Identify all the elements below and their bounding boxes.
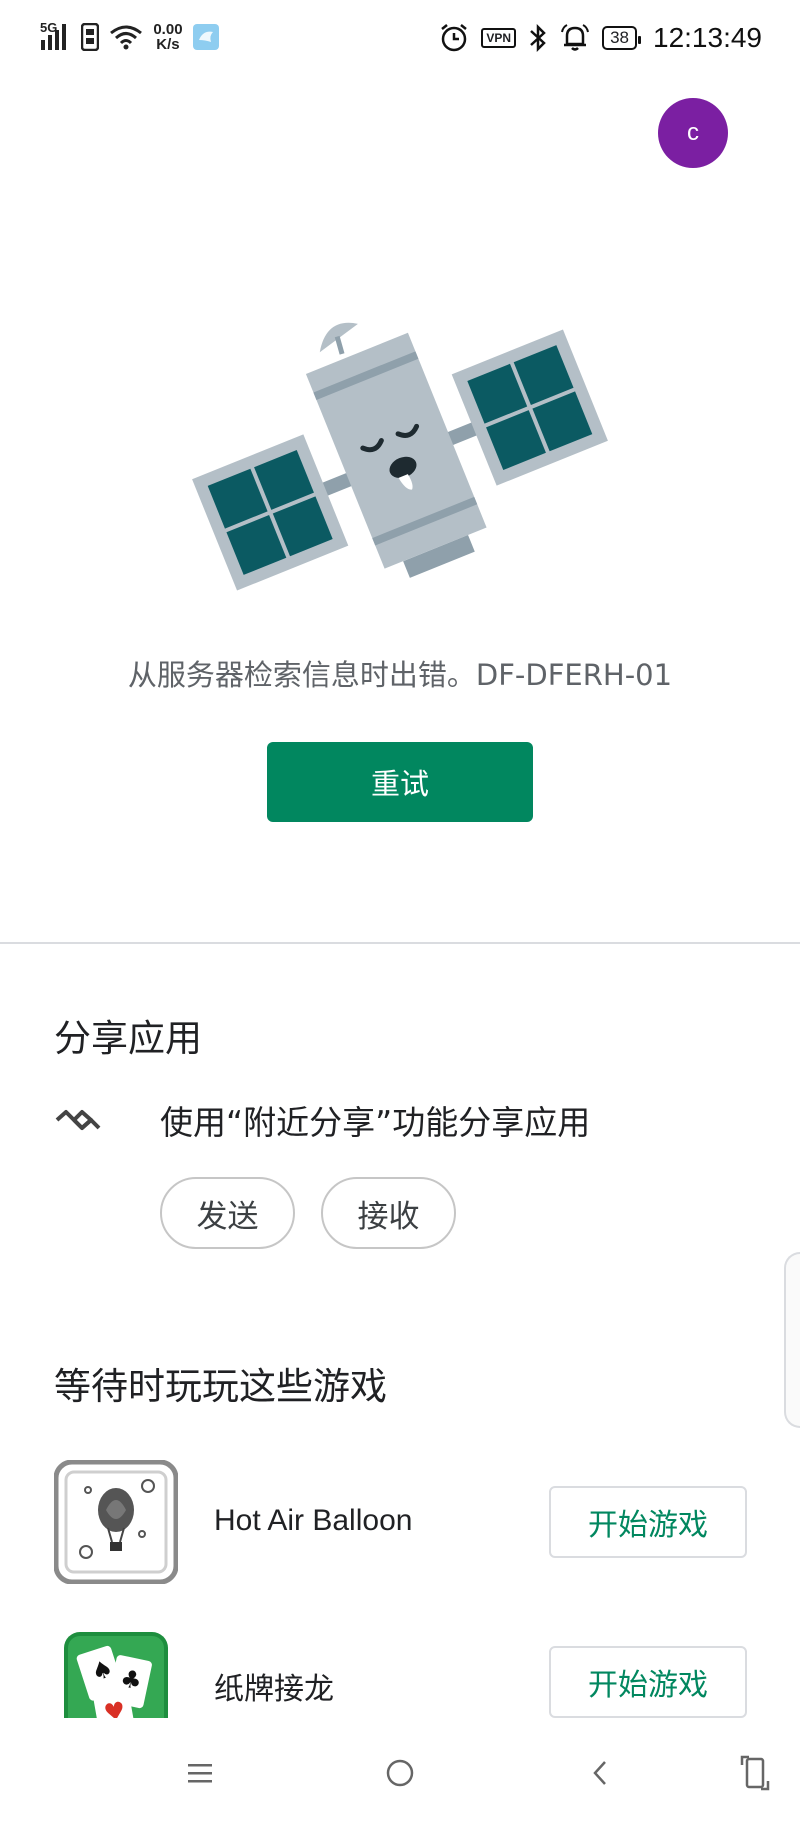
- bluetooth-icon: [530, 23, 546, 53]
- receive-chip-button[interactable]: 接收: [321, 1177, 456, 1249]
- nearby-share-text: 使用“附近分享”功能分享应用: [160, 1103, 591, 1142]
- sim-icon: [81, 23, 100, 51]
- status-bar: 5G 0.00 K/s VPN 38 12:13:49: [0, 0, 800, 82]
- sleeping-satellite-illustration: [192, 322, 608, 591]
- play-button[interactable]: 开始游戏: [549, 1646, 747, 1718]
- game-name: 纸牌接龙: [214, 1673, 334, 1706]
- status-left: 5G 0.00 K/s: [40, 19, 219, 52]
- network-type: 5G: [40, 19, 58, 35]
- account-avatar[interactable]: c: [658, 98, 728, 168]
- retry-button[interactable]: 重试: [267, 742, 533, 822]
- vpn-icon: VPN: [481, 28, 517, 48]
- net-speed-unit: K/s: [156, 36, 180, 53]
- net-speed: 0.00 K/s: [153, 22, 182, 52]
- game-row-hot-air-balloon[interactable]: Hot Air Balloon 开始游戏: [54, 1460, 754, 1584]
- menu-icon: [188, 1764, 212, 1783]
- send-chip-button[interactable]: 发送: [160, 1177, 295, 1249]
- alarm-icon: [441, 24, 468, 52]
- status-right: VPN 38 12:13:49: [439, 22, 762, 54]
- games-section-title: 等待时玩玩这些游戏: [54, 1365, 387, 1408]
- nearby-share-icon: [55, 1110, 101, 1130]
- back-chevron-icon: [593, 1761, 606, 1785]
- game-row-solitaire[interactable]: ♠ ♣ ♥ 纸牌接龙 开始游戏: [54, 1622, 754, 1718]
- back-nav-button[interactable]: [575, 1748, 625, 1798]
- hot-air-balloon-icon: [54, 1460, 178, 1584]
- wifi-icon: [110, 25, 143, 50]
- status-time: 12:13:49: [653, 22, 762, 53]
- battery-icon: 38: [602, 26, 641, 50]
- home-nav-button[interactable]: [375, 1748, 425, 1798]
- nearby-share-row: 使用“附近分享”功能分享应用: [54, 1095, 754, 1145]
- bell-icon: [561, 24, 590, 51]
- navigation-bar: [0, 1720, 800, 1822]
- section-divider: [0, 942, 800, 944]
- menu-nav-button[interactable]: [175, 1748, 225, 1798]
- scroll-edge-handle[interactable]: [784, 1252, 800, 1428]
- rotate-nav-button[interactable]: [730, 1748, 780, 1798]
- error-message: 从服务器检索信息时出错。DF-DFERH-01: [127, 658, 673, 692]
- play-button[interactable]: 开始游戏: [549, 1486, 747, 1558]
- home-circle-icon: [386, 1759, 414, 1787]
- rotate-screen-icon: [740, 1755, 770, 1791]
- share-section-title: 分享应用: [54, 1017, 202, 1060]
- net-speed-value: 0.00: [153, 21, 183, 38]
- game-name: Hot Air Balloon: [214, 1504, 413, 1537]
- solitaire-icon: ♠ ♣ ♥: [64, 1632, 168, 1718]
- app-notification-icon: [192, 24, 219, 50]
